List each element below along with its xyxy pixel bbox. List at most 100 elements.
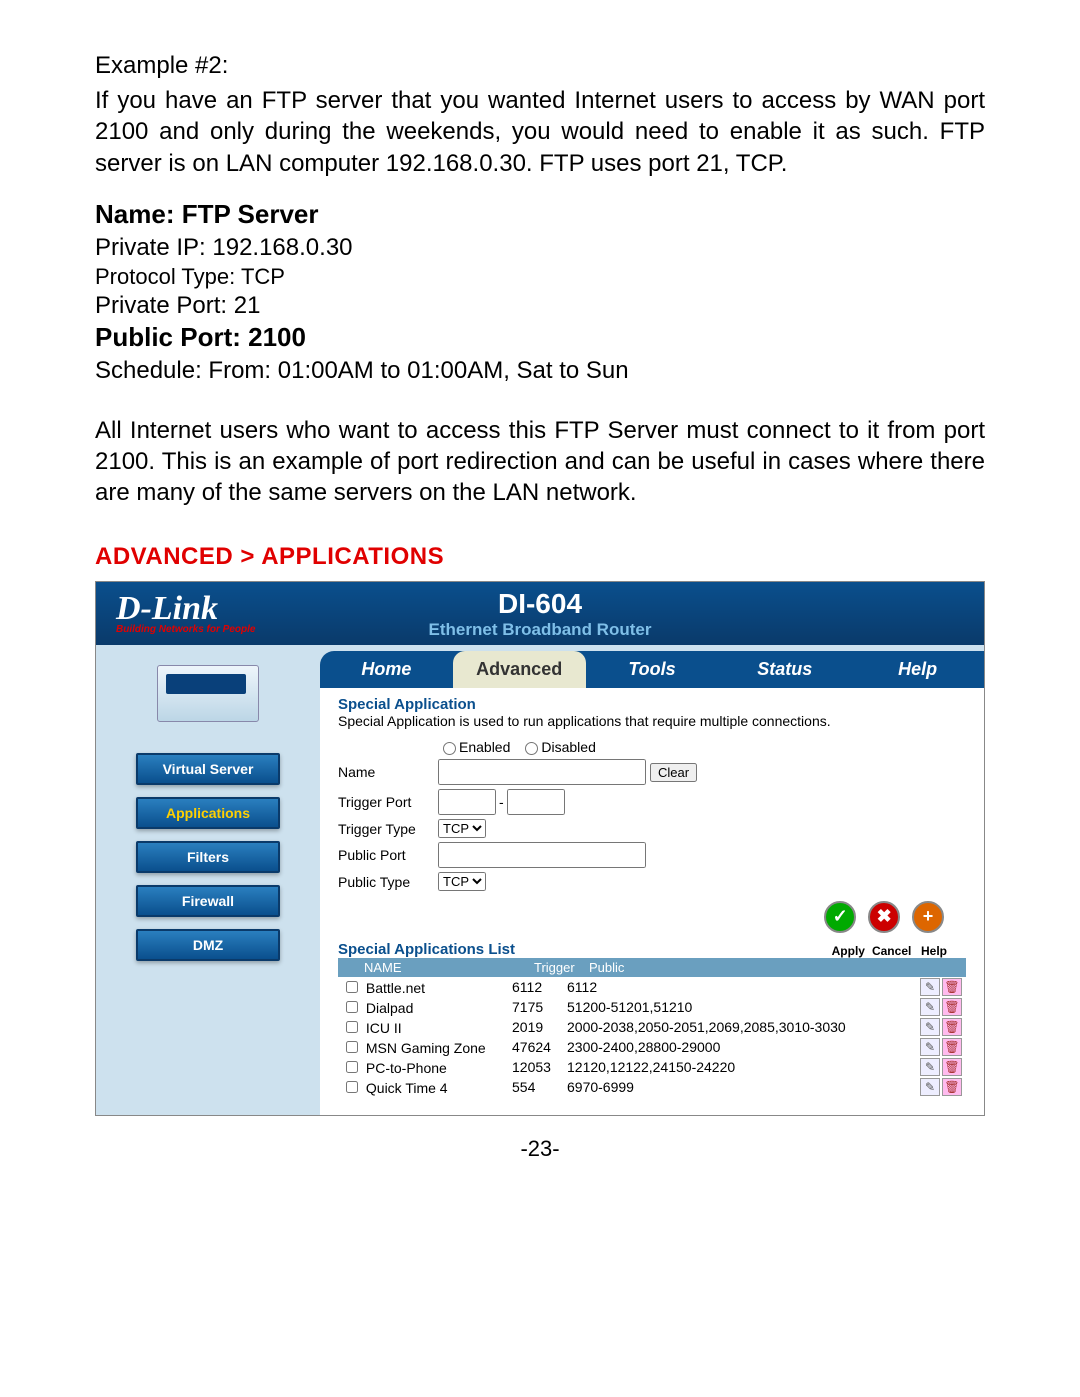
router-ui-screenshot: D-Link Building Networks for People DI-6… bbox=[95, 581, 985, 1116]
row-trigger: 6112 bbox=[512, 979, 567, 995]
list-row: PC-to-Phone 1205312120,12122,24150-24220 ✎… bbox=[338, 1057, 966, 1077]
row-name: Battle.net bbox=[366, 980, 425, 996]
public-port-input[interactable] bbox=[438, 842, 646, 868]
tab-tools[interactable]: Tools bbox=[586, 651, 719, 688]
public-type-label: Public Type bbox=[338, 874, 438, 890]
edit-icon[interactable]: ✎ bbox=[920, 978, 940, 996]
public-port-line: Public Port: 2100 bbox=[95, 322, 985, 353]
public-port-label: Public Port bbox=[338, 847, 438, 863]
edit-icon[interactable]: ✎ bbox=[920, 1058, 940, 1076]
disabled-label: Disabled bbox=[541, 739, 595, 755]
row-name: Dialpad bbox=[366, 1000, 413, 1016]
name-input[interactable] bbox=[438, 759, 646, 785]
list-row: ICU II 20192000-2038,2050-2051,2069,2085,… bbox=[338, 1017, 966, 1037]
row-checkbox[interactable] bbox=[346, 981, 358, 993]
delete-icon[interactable]: 🗑 bbox=[942, 1038, 962, 1056]
schedule-line: Schedule: From: 01:00AM to 01:00AM, Sat … bbox=[95, 357, 985, 385]
page-number: -23- bbox=[95, 1136, 985, 1162]
tab-advanced[interactable]: Advanced bbox=[453, 651, 586, 688]
private-ip-line: Private IP: 192.168.0.30 bbox=[95, 234, 985, 262]
row-name: MSN Gaming Zone bbox=[366, 1040, 486, 1056]
apply-label: Apply bbox=[829, 944, 867, 958]
sidebar: Virtual Server Applications Filters Fire… bbox=[96, 645, 320, 1115]
apply-icon[interactable]: ✓ bbox=[824, 901, 856, 933]
tab-home[interactable]: Home bbox=[320, 651, 453, 688]
tab-bar: Home Advanced Tools Status Help bbox=[320, 651, 984, 688]
row-trigger: 47624 bbox=[512, 1039, 567, 1055]
row-checkbox[interactable] bbox=[346, 1021, 358, 1033]
help-label: Help bbox=[916, 944, 952, 958]
col-name-header: NAME bbox=[342, 960, 534, 975]
brand-logo: D-Link bbox=[116, 590, 218, 627]
row-public: 2000-2038,2050-2051,2069,2085,3010-3030 bbox=[567, 1019, 910, 1035]
trigger-type-label: Trigger Type bbox=[338, 821, 438, 837]
row-public: 2300-2400,28800-29000 bbox=[567, 1039, 910, 1055]
tab-status[interactable]: Status bbox=[718, 651, 851, 688]
ui-header: D-Link Building Networks for People DI-6… bbox=[96, 582, 984, 645]
row-checkbox[interactable] bbox=[346, 1041, 358, 1053]
col-public-header: Public bbox=[589, 960, 910, 975]
edit-icon[interactable]: ✎ bbox=[920, 1078, 940, 1096]
row-checkbox[interactable] bbox=[346, 1001, 358, 1013]
list-header: NAME Trigger Public bbox=[338, 958, 966, 977]
row-checkbox[interactable] bbox=[346, 1081, 358, 1093]
delete-icon[interactable]: 🗑 bbox=[942, 978, 962, 996]
cancel-label: Cancel bbox=[871, 944, 913, 958]
example-label: Example #2: bbox=[95, 50, 985, 81]
row-name: PC-to-Phone bbox=[366, 1060, 447, 1076]
list-title: Special Applications List bbox=[338, 941, 829, 958]
row-public: 12120,12122,24150-24220 bbox=[567, 1059, 910, 1075]
clear-button[interactable]: Clear bbox=[650, 763, 697, 782]
sidebar-item-applications[interactable]: Applications bbox=[136, 797, 280, 829]
row-trigger: 2019 bbox=[512, 1019, 567, 1035]
row-name: Quick Time 4 bbox=[366, 1080, 448, 1096]
trigger-type-select[interactable]: TCP bbox=[438, 819, 486, 838]
sidebar-item-dmz[interactable]: DMZ bbox=[136, 929, 280, 961]
dash-separator: - bbox=[499, 794, 504, 810]
trigger-port-to-input[interactable] bbox=[507, 789, 565, 815]
row-trigger: 7175 bbox=[512, 999, 567, 1015]
list-row: Quick Time 4 5546970-6999 ✎🗑 bbox=[338, 1077, 966, 1097]
panel-description: Special Application is used to run appli… bbox=[338, 713, 966, 729]
edit-icon[interactable]: ✎ bbox=[920, 1018, 940, 1036]
delete-icon[interactable]: 🗑 bbox=[942, 998, 962, 1016]
list-row: Battle.net 61126112 ✎🗑 bbox=[338, 977, 966, 997]
name-line: Name: FTP Server bbox=[95, 199, 985, 230]
edit-icon[interactable]: ✎ bbox=[920, 998, 940, 1016]
example-paragraph: If you have an FTP server that you wante… bbox=[95, 85, 985, 179]
panel-title: Special Application bbox=[338, 696, 966, 713]
tab-help[interactable]: Help bbox=[851, 651, 984, 688]
private-port-line: Private Port: 21 bbox=[95, 292, 985, 320]
sidebar-item-filters[interactable]: Filters bbox=[136, 841, 280, 873]
delete-icon[interactable]: 🗑 bbox=[942, 1078, 962, 1096]
trigger-port-from-input[interactable] bbox=[438, 789, 496, 815]
device-image bbox=[157, 665, 259, 722]
row-trigger: 554 bbox=[512, 1079, 567, 1095]
enabled-radio[interactable] bbox=[443, 742, 456, 755]
main-panel: Home Advanced Tools Status Help Special … bbox=[320, 651, 984, 1115]
help-icon[interactable]: + bbox=[912, 901, 944, 933]
note-paragraph: All Internet users who want to access th… bbox=[95, 415, 985, 509]
enabled-label: Enabled bbox=[459, 739, 510, 755]
delete-icon[interactable]: 🗑 bbox=[942, 1058, 962, 1076]
row-public: 6112 bbox=[567, 979, 910, 995]
row-public: 6970-6999 bbox=[567, 1079, 910, 1095]
name-field-label: Name bbox=[338, 764, 438, 780]
cancel-icon[interactable]: ✖ bbox=[868, 901, 900, 933]
list-row: Dialpad 717551200-51201,51210 ✎🗑 bbox=[338, 997, 966, 1017]
row-name: ICU II bbox=[366, 1020, 402, 1036]
trigger-port-label: Trigger Port bbox=[338, 794, 438, 810]
section-header: ADVANCED > APPLICATIONS bbox=[95, 543, 985, 571]
row-public: 51200-51201,51210 bbox=[567, 999, 910, 1015]
brand-tagline: Building Networks for People bbox=[116, 624, 255, 635]
disabled-radio[interactable] bbox=[525, 742, 538, 755]
edit-icon[interactable]: ✎ bbox=[920, 1038, 940, 1056]
list-row: MSN Gaming Zone 476242300-2400,28800-2900… bbox=[338, 1037, 966, 1057]
row-trigger: 12053 bbox=[512, 1059, 567, 1075]
model-desc: Ethernet Broadband Router bbox=[429, 620, 652, 640]
public-type-select[interactable]: TCP bbox=[438, 872, 486, 891]
row-checkbox[interactable] bbox=[346, 1061, 358, 1073]
sidebar-item-firewall[interactable]: Firewall bbox=[136, 885, 280, 917]
delete-icon[interactable]: 🗑 bbox=[942, 1018, 962, 1036]
sidebar-item-virtual-server[interactable]: Virtual Server bbox=[136, 753, 280, 785]
